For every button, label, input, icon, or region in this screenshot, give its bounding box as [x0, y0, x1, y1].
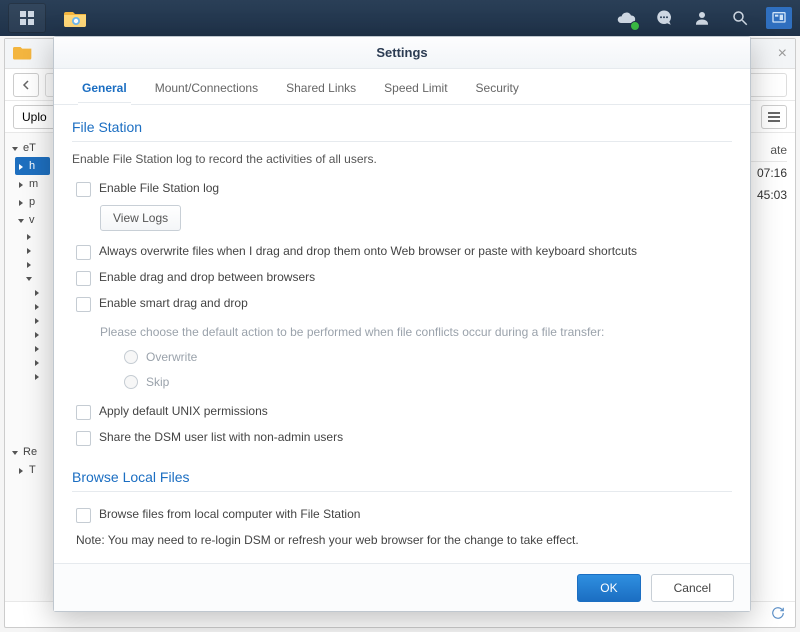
- notifications-icon[interactable]: [652, 6, 676, 30]
- tree-item[interactable]: v: [15, 211, 50, 229]
- browse-local-note: Note: You may need to re-login DSM or re…: [76, 533, 579, 547]
- apps-launcher-button[interactable]: [8, 3, 46, 33]
- tree-label: T: [29, 464, 36, 476]
- cancel-button[interactable]: Cancel: [651, 574, 734, 602]
- settings-tabs: General Mount/Connections Shared Links S…: [54, 69, 750, 105]
- tree-label: eT: [23, 142, 36, 154]
- label-enable-log: Enable File Station log: [99, 181, 219, 195]
- tree-item[interactable]: [31, 313, 50, 327]
- dialog-footer: OK Cancel: [54, 563, 750, 611]
- refresh-button[interactable]: [771, 606, 785, 623]
- tree-item[interactable]: Re: [9, 443, 50, 461]
- conflict-help-text: Please choose the default action to be p…: [100, 325, 604, 339]
- tab-general[interactable]: General: [68, 73, 141, 104]
- tree-item[interactable]: [31, 355, 50, 369]
- checkbox-smart-drag[interactable]: [76, 297, 91, 312]
- view-list-button[interactable]: [761, 105, 787, 129]
- apps-icon: [15, 6, 39, 30]
- folder-small-icon: [13, 44, 33, 63]
- checkbox-share-userlist[interactable]: [76, 431, 91, 446]
- tree-item[interactable]: [31, 369, 50, 383]
- file-station-taskbar-button[interactable]: [56, 4, 96, 32]
- tree-item[interactable]: [23, 243, 50, 257]
- tree-item[interactable]: eT: [9, 139, 50, 157]
- tree-item[interactable]: [23, 271, 50, 285]
- tree-item[interactable]: [23, 257, 50, 271]
- label-share-userlist: Share the DSM user list with non-admin u…: [99, 430, 343, 444]
- label-unix-perms: Apply default UNIX permissions: [99, 404, 268, 418]
- tab-speed-limit[interactable]: Speed Limit: [370, 73, 461, 104]
- tree-label: Re: [23, 446, 37, 458]
- tree-item[interactable]: m: [15, 175, 50, 193]
- tree-label: m: [29, 178, 38, 190]
- tree-label: p: [29, 196, 35, 208]
- dialog-title-bar: Settings: [54, 37, 750, 69]
- label-radio-skip: Skip: [146, 375, 169, 389]
- user-menu-icon[interactable]: [690, 6, 714, 30]
- tree-item-active[interactable]: h: [15, 157, 50, 175]
- section-file-station-title: File Station: [72, 119, 732, 142]
- tree-label: v: [29, 214, 35, 226]
- file-station-help: Enable File Station log to record the ac…: [72, 152, 732, 166]
- settings-panel[interactable]: File Station Enable File Station log to …: [54, 105, 750, 563]
- search-icon[interactable]: [728, 6, 752, 30]
- tree-item[interactable]: [23, 229, 50, 243]
- section-browse-local-title: Browse Local Files: [72, 469, 732, 492]
- view-logs-button[interactable]: View Logs: [100, 205, 181, 231]
- checkbox-unix-perms[interactable]: [76, 405, 91, 420]
- radio-overwrite: [124, 350, 138, 364]
- pinboard-icon[interactable]: [766, 7, 792, 29]
- system-topbar: [0, 0, 800, 36]
- folder-tree: eT h m p v: [5, 133, 55, 601]
- tree-item[interactable]: [31, 341, 50, 355]
- label-drag-between: Enable drag and drop between browsers: [99, 270, 315, 284]
- checkbox-browse-local[interactable]: [76, 508, 91, 523]
- folder-icon: [64, 6, 88, 30]
- label-radio-overwrite: Overwrite: [146, 350, 197, 364]
- checkbox-enable-log[interactable]: [76, 182, 91, 197]
- tree-label: h: [29, 160, 35, 172]
- tree-item[interactable]: [31, 299, 50, 313]
- upload-button[interactable]: Uplo: [13, 105, 56, 129]
- status-ok-badge: [630, 21, 640, 31]
- cloud-status-icon[interactable]: [614, 6, 638, 30]
- radio-skip: [124, 375, 138, 389]
- ok-button[interactable]: OK: [577, 574, 640, 602]
- settings-dialog: Settings General Mount/Connections Share…: [53, 36, 751, 612]
- tab-shared-links[interactable]: Shared Links: [272, 73, 370, 104]
- tree-item[interactable]: T: [15, 461, 50, 479]
- tree-item[interactable]: [31, 327, 50, 341]
- checkbox-overwrite-drag[interactable]: [76, 245, 91, 260]
- nav-back-button[interactable]: [13, 73, 39, 97]
- tree-item[interactable]: p: [15, 193, 50, 211]
- checkbox-drag-between[interactable]: [76, 271, 91, 286]
- tab-mount-connections[interactable]: Mount/Connections: [141, 73, 272, 104]
- label-overwrite-drag: Always overwrite files when I drag and d…: [99, 244, 637, 258]
- dialog-title: Settings: [376, 45, 427, 60]
- window-close-icon[interactable]: ×: [778, 45, 787, 63]
- tree-item[interactable]: [31, 285, 50, 299]
- tab-security[interactable]: Security: [462, 73, 533, 104]
- label-browse-local: Browse files from local computer with Fi…: [99, 507, 360, 521]
- label-smart-drag: Enable smart drag and drop: [99, 296, 248, 310]
